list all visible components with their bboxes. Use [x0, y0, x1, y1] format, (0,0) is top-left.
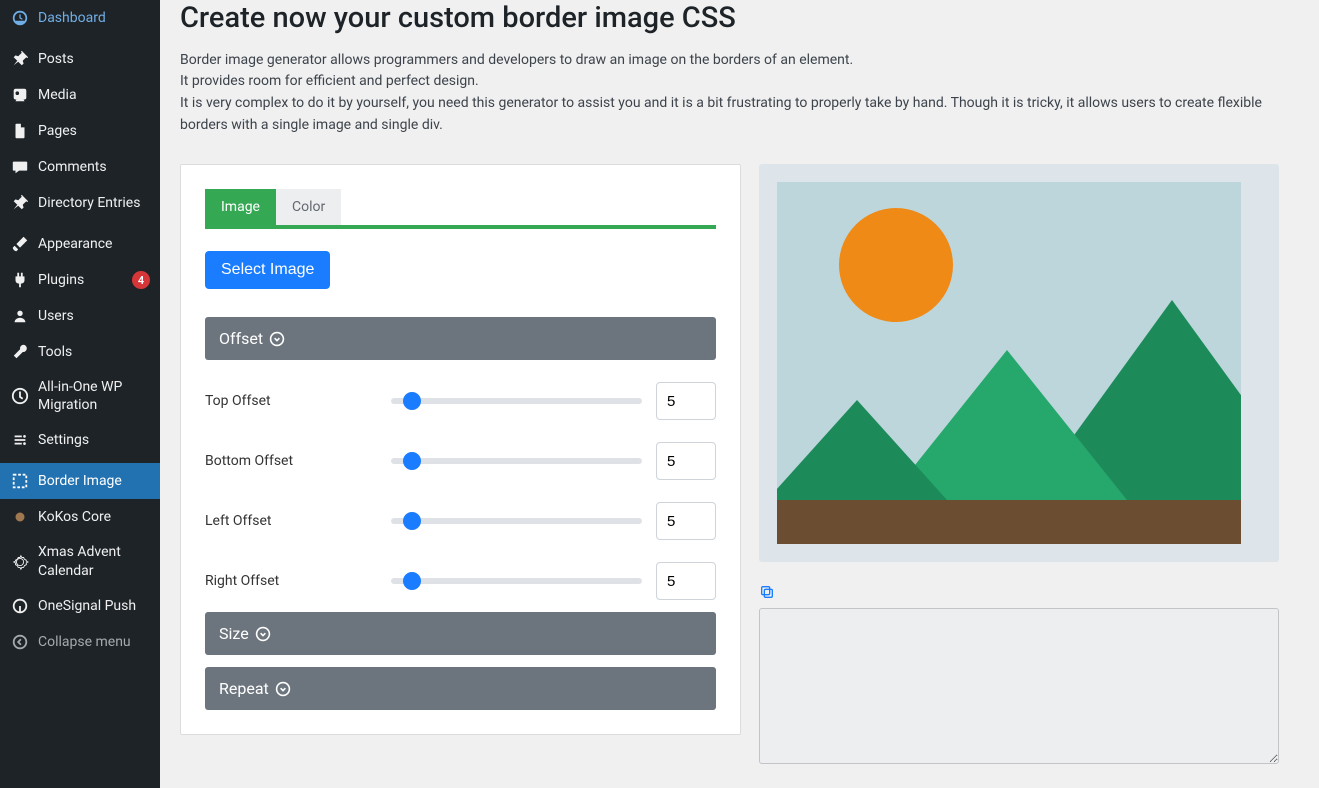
main-content: Create now your custom border image CSS … — [160, 0, 1319, 788]
sidebar-item-label: All-in-One WP Migration — [38, 378, 150, 414]
row-left-offset: Left Offset — [205, 502, 716, 540]
preview-container — [759, 164, 1279, 562]
select-image-button[interactable]: Select Image — [205, 251, 330, 289]
sidebar-item-label: Tools — [38, 343, 150, 361]
aio-icon — [10, 386, 30, 406]
sidebar-item-label: Dashboard — [38, 9, 150, 27]
sidebar-item-pages[interactable]: Pages — [0, 113, 160, 149]
sidebar-item-label: Directory Entries — [38, 194, 150, 212]
border-icon — [10, 471, 30, 491]
sidebar-item-label: KoKos Core — [38, 508, 150, 526]
sidebar-item-comments[interactable]: Comments — [0, 149, 160, 185]
plugin-icon — [10, 270, 30, 290]
slider-label: Top Offset — [205, 393, 391, 409]
sidebar-item-label: Pages — [38, 122, 150, 140]
collapse-icon — [10, 632, 30, 652]
tab-color[interactable]: Color — [276, 189, 341, 225]
top-offset-input[interactable] — [656, 382, 716, 420]
brush-icon — [10, 234, 30, 254]
sidebar-item-label: Users — [38, 307, 150, 325]
bottom-offset-input[interactable] — [656, 442, 716, 480]
sidebar-item-label: Comments — [38, 158, 150, 176]
intro-line: It provides room for efficient and perfe… — [180, 73, 479, 89]
chevron-down-circle-icon — [275, 681, 291, 697]
sidebar-item-label: Border Image — [38, 472, 150, 490]
mountain-icon — [777, 400, 947, 500]
users-icon — [10, 306, 30, 326]
sidebar-item-users[interactable]: Users — [0, 298, 160, 334]
tab-image[interactable]: Image — [205, 189, 276, 225]
update-badge: 4 — [132, 271, 150, 289]
sidebar-item-label: Appearance — [38, 235, 150, 253]
preview-column — [759, 164, 1279, 768]
section-offset-header[interactable]: Offset — [205, 317, 716, 360]
sidebar-item-directory-entries[interactable]: Directory Entries — [0, 185, 160, 221]
css-output[interactable] — [759, 608, 1279, 764]
left-offset-input[interactable] — [656, 502, 716, 540]
section-label: Size — [219, 624, 249, 643]
chevron-down-circle-icon — [255, 626, 271, 642]
section-repeat-header[interactable]: Repeat — [205, 667, 716, 710]
sidebar-item-border-image[interactable]: Border Image — [0, 463, 160, 499]
sidebar-item-label: Posts — [38, 50, 150, 68]
sidebar-item-kokos-core[interactable]: KoKos Core — [0, 499, 160, 535]
bottom-offset-slider[interactable] — [391, 458, 642, 464]
right-offset-slider[interactable] — [391, 578, 642, 584]
slider-label: Bottom Offset — [205, 453, 391, 469]
sidebar-item-settings[interactable]: Settings — [0, 422, 160, 458]
sidebar-item-plugins[interactable]: Plugins 4 — [0, 262, 160, 298]
dot-icon — [10, 507, 30, 527]
pages-icon — [10, 121, 30, 141]
left-offset-slider[interactable] — [391, 518, 642, 524]
sidebar-item-collapse[interactable]: Collapse menu — [0, 624, 160, 660]
tabs: Image Color — [205, 189, 716, 229]
slider-label: Left Offset — [205, 513, 391, 529]
dashboard-icon — [10, 8, 30, 28]
slider-label: Right Offset — [205, 573, 391, 589]
section-label: Repeat — [219, 679, 269, 698]
sun-icon — [839, 208, 953, 322]
controls-panel: Image Color Select Image Offset Top Offs… — [180, 164, 741, 735]
sidebar-item-xmas-advent[interactable]: Xmas Advent Calendar — [0, 535, 160, 587]
intro-line: Border image generator allows programmer… — [180, 52, 853, 68]
comments-icon — [10, 157, 30, 177]
top-offset-slider[interactable] — [391, 398, 642, 404]
sidebar-item-label: Settings — [38, 431, 150, 449]
sidebar-item-label: Plugins — [38, 271, 120, 289]
sidebar-item-appearance[interactable]: Appearance — [0, 226, 160, 262]
sidebar-item-label: Media — [38, 86, 150, 104]
admin-sidebar: Dashboard Posts Media Pages Comments Dir… — [0, 0, 160, 788]
sidebar-item-label: Collapse menu — [38, 633, 150, 651]
sidebar-item-onesignal[interactable]: OneSignal Push — [0, 588, 160, 624]
sidebar-item-label: OneSignal Push — [38, 597, 150, 615]
row-bottom-offset: Bottom Offset — [205, 442, 716, 480]
ground-icon — [777, 500, 1241, 544]
intro-line: It is very complex to do it by yourself,… — [180, 95, 1262, 133]
chevron-down-circle-icon — [269, 331, 285, 347]
settings-icon — [10, 430, 30, 450]
gear-icon — [10, 552, 30, 572]
right-offset-input[interactable] — [656, 562, 716, 600]
pin-icon — [10, 193, 30, 213]
section-label: Offset — [219, 329, 263, 348]
copy-icon — [759, 584, 775, 600]
sidebar-item-tools[interactable]: Tools — [0, 334, 160, 370]
page-title: Create now your custom border image CSS — [180, 0, 1299, 38]
sidebar-item-aio-migration[interactable]: All-in-One WP Migration — [0, 370, 160, 422]
sidebar-item-posts[interactable]: Posts — [0, 41, 160, 77]
tools-icon — [10, 342, 30, 362]
preview-image — [777, 182, 1241, 544]
sidebar-item-label: Xmas Advent Calendar — [38, 543, 150, 579]
row-right-offset: Right Offset — [205, 562, 716, 600]
section-size-header[interactable]: Size — [205, 612, 716, 655]
pin-icon — [10, 49, 30, 69]
sidebar-item-dashboard[interactable]: Dashboard — [0, 0, 160, 36]
sidebar-item-media[interactable]: Media — [0, 77, 160, 113]
onesignal-icon — [10, 596, 30, 616]
row-top-offset: Top Offset — [205, 382, 716, 420]
intro-text: Border image generator allows programmer… — [180, 50, 1299, 137]
copy-button[interactable] — [759, 584, 777, 602]
media-icon — [10, 85, 30, 105]
